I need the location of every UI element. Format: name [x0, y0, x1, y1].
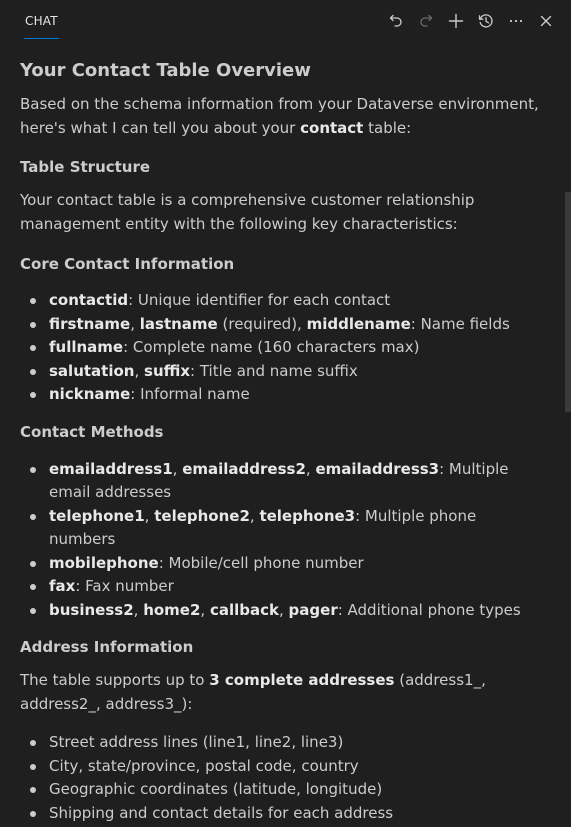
- intro-paragraph: Based on the schema information from you…: [20, 92, 540, 140]
- scrollbar-thumb[interactable]: [565, 192, 571, 412]
- text-run: Your contact table is a comprehensive cu…: [20, 191, 475, 233]
- list-item: Geographic coordinates (latitude, longit…: [30, 778, 540, 802]
- text-run: Street address lines (line1, line2, line…: [49, 733, 344, 751]
- bold-text: contact: [300, 119, 364, 137]
- text-run: City, state/province, postal code, count…: [49, 756, 359, 775]
- text-run: ,: [134, 361, 145, 380]
- bold-text: emailaddress1: [49, 459, 173, 478]
- more-actions-button[interactable]: [503, 8, 529, 34]
- undo-button[interactable]: [383, 8, 409, 34]
- address-paragraph: The table supports up to 3 complete addr…: [20, 668, 540, 716]
- bold-text: nickname: [49, 385, 131, 403]
- list-item: fullname: Complete name (160 characters …: [30, 336, 540, 360]
- header-actions: [383, 8, 559, 34]
- bold-text: business2: [49, 600, 134, 619]
- history-icon: [478, 14, 493, 28]
- bold-text: fax: [49, 577, 76, 595]
- list-item: nickname: Informal name: [30, 383, 540, 407]
- bold-text: emailaddress3: [315, 459, 440, 478]
- new-chat-button[interactable]: [443, 8, 469, 34]
- text-run: : Fax number: [75, 577, 174, 595]
- text-run: ,: [249, 506, 260, 525]
- bold-text: 3 complete addresses: [209, 671, 395, 689]
- bold-text: home2: [143, 600, 201, 619]
- text-run: : Informal name: [130, 385, 250, 403]
- list-item: City, state/province, postal code, count…: [30, 755, 540, 779]
- list-item: contactid: Unique identifier for each co…: [30, 289, 540, 313]
- text-run: The table supports up to: [20, 671, 210, 689]
- list-item: telephone1, telephone2, telephone3: Mult…: [30, 505, 540, 552]
- list-item: salutation, suffix: Title and name suffi…: [30, 360, 540, 384]
- contact-methods-list: emailaddress1, emailaddress2, emailaddre…: [20, 458, 540, 623]
- list-item: mobilephone: Mobile/cell phone number: [30, 552, 540, 576]
- plus-icon: [448, 13, 464, 29]
- list-item: Street address lines (line1, line2, line…: [30, 731, 540, 755]
- text-run: : Unique identifier for each contact: [128, 291, 391, 309]
- bold-text: telephone1: [49, 506, 145, 525]
- bold-text: emailaddress2: [182, 459, 306, 478]
- redo-icon: [420, 14, 433, 27]
- bold-text: middlename: [306, 314, 411, 333]
- chat-header: CHAT: [0, 0, 571, 42]
- text-run: Shipping and contact details for each ad…: [49, 803, 394, 822]
- text-run: ,: [144, 506, 155, 525]
- list-item: Shipping and contact details for each ad…: [30, 802, 540, 826]
- bold-text: lastname: [139, 314, 218, 333]
- bold-text: telephone3: [259, 506, 356, 525]
- bold-text: callback: [209, 600, 279, 619]
- structure-paragraph: Your contact table is a comprehensive cu…: [20, 188, 540, 236]
- bold-text: fullname: [49, 338, 124, 356]
- bold-text: pager: [288, 600, 338, 619]
- bold-text: contactid: [49, 291, 129, 309]
- list-item: emailaddress1, emailaddress2, emailaddre…: [30, 458, 540, 505]
- undo-icon: [389, 14, 402, 27]
- bold-text: firstname: [49, 314, 131, 333]
- redo-button[interactable]: [413, 8, 439, 34]
- text-run: : Title and name suffix: [190, 361, 358, 380]
- list-item: firstname, lastname (required), middlena…: [30, 313, 540, 337]
- core-contact-list: contactid: Unique identifier for each co…: [20, 289, 540, 407]
- more-icon: [509, 19, 523, 23]
- text-run: ,: [305, 459, 316, 478]
- text-run: ,: [172, 459, 183, 478]
- text-run: ,: [279, 600, 289, 619]
- tab-chat[interactable]: CHAT: [24, 6, 59, 39]
- text-run: ,: [130, 314, 140, 333]
- section-heading-core-contact: Core Contact Information: [20, 255, 235, 273]
- bold-text: salutation: [49, 361, 135, 380]
- close-button[interactable]: [533, 8, 559, 34]
- text-run: : Name fields: [410, 314, 510, 333]
- text-run: table:: [363, 119, 412, 137]
- chat-response: Your Contact Table Overview Based on the…: [20, 56, 540, 825]
- list-item: fax: Fax number: [30, 575, 540, 599]
- response-title: Your Contact Table Overview: [20, 60, 311, 81]
- close-icon: [540, 15, 552, 27]
- bold-text: mobilephone: [49, 553, 159, 572]
- section-heading-table-structure: Table Structure: [20, 158, 151, 176]
- history-button[interactable]: [473, 8, 499, 34]
- text-run: : Complete name (160 characters max): [123, 338, 420, 356]
- bold-text: telephone2: [154, 506, 250, 525]
- section-heading-contact-methods: Contact Methods: [20, 422, 164, 441]
- text-run: Based on the schema information from you…: [20, 95, 539, 137]
- text-run: : Additional phone types: [337, 600, 521, 619]
- text-run: ,: [133, 600, 144, 619]
- section-heading-address: Address Information: [20, 638, 194, 656]
- bold-text: suffix: [144, 361, 191, 380]
- list-item: business2, home2, callback, pager: Addit…: [30, 599, 540, 623]
- text-run: : Mobile/cell phone number: [158, 553, 364, 572]
- text-run: ,: [200, 600, 210, 619]
- text-run: Geographic coordinates (latitude, longit…: [49, 780, 383, 798]
- address-list: Street address lines (line1, line2, line…: [20, 731, 540, 825]
- text-run: (required),: [217, 314, 307, 333]
